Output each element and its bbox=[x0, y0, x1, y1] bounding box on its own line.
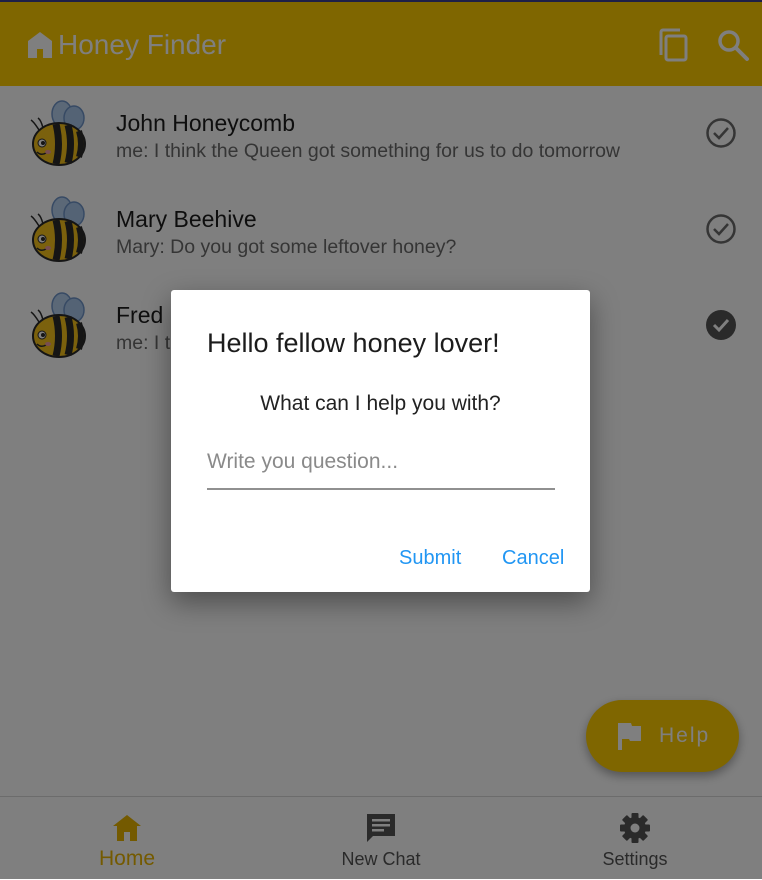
dialog-question: What can I help you with? bbox=[260, 392, 501, 415]
question-input[interactable] bbox=[207, 436, 555, 490]
dialog-title: Hello fellow honey lover! bbox=[207, 328, 500, 358]
cancel-button[interactable]: Cancel bbox=[502, 547, 564, 570]
help-dialog: Hello fellow honey lover! What can I hel… bbox=[171, 290, 590, 592]
submit-button[interactable]: Submit bbox=[399, 547, 461, 570]
